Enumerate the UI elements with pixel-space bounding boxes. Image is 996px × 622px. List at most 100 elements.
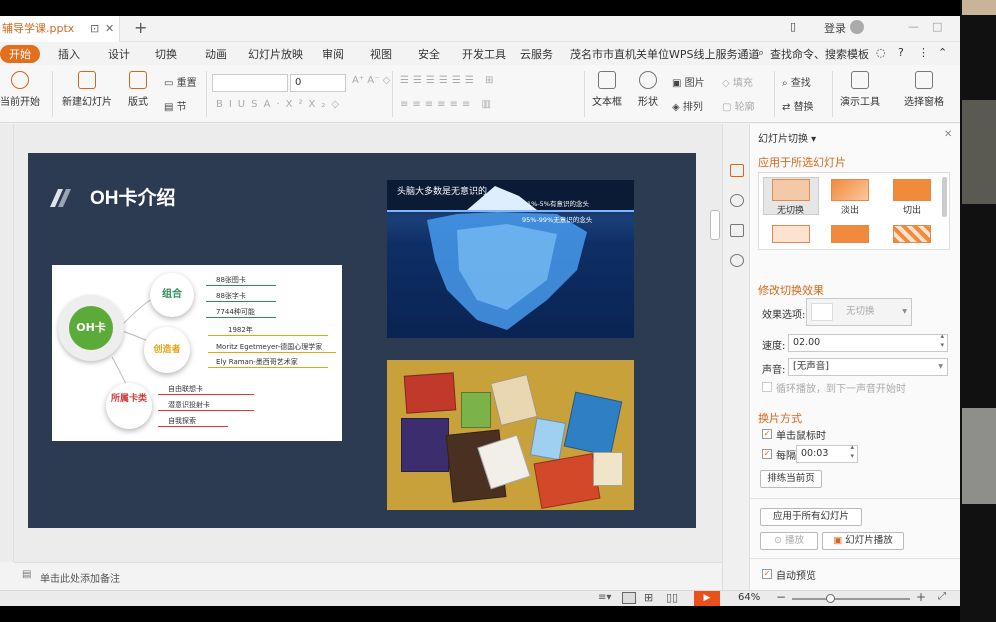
tab-transition[interactable]: 切换 [155, 46, 177, 62]
layout-button[interactable]: 版式 [128, 71, 148, 108]
spinner-icon[interactable]: ▴ ▾ [940, 332, 944, 350]
reset-button[interactable]: ▭ 重置 [164, 74, 197, 89]
oh-cards-photo[interactable] [387, 360, 634, 510]
apply-all-button[interactable]: 应用于所有幻灯片 [760, 508, 862, 526]
effect-options-dropdown[interactable]: 无切换 ▾ [806, 298, 912, 326]
tab-view[interactable]: 视图 [370, 46, 392, 62]
pane-title[interactable]: 幻灯片切换 ▾ [758, 130, 816, 145]
reading-view-icon[interactable]: ▯▯ [666, 591, 678, 604]
new-slide-button[interactable]: 新建幻灯片 [62, 71, 112, 108]
font-size-input[interactable]: 0 [290, 74, 346, 92]
tab-service-channel[interactable]: 茂名市市直机关单位WPS线上服务通道 [570, 46, 760, 62]
group-node: 组合 [150, 273, 194, 317]
autopreview-checkbox[interactable]: ✓ [762, 569, 772, 579]
zoom-slider[interactable] [792, 598, 910, 600]
every-input[interactable]: 00:03 ▴ ▾ [796, 443, 858, 463]
close-icon[interactable]: ✕ [944, 129, 952, 140]
loop-checkbox[interactable] [762, 382, 772, 392]
normal-view-icon[interactable] [622, 592, 636, 604]
play-from-current-button[interactable]: 当前开始 [0, 71, 40, 108]
find-button[interactable]: ⌕ 查找 [782, 74, 811, 89]
slideshow-button[interactable]: ▣ 幻灯片播放 [822, 532, 904, 550]
tab-cloud[interactable]: 云服务 [520, 46, 553, 62]
notes-area[interactable]: ▤ 单击此处添加备注 [14, 562, 722, 590]
window-mode-icon[interactable]: ▯ [790, 20, 796, 33]
font-name-input[interactable] [212, 74, 288, 92]
tab-review[interactable]: 审阅 [322, 46, 344, 62]
font-size-controls[interactable]: A⁺ A⁻ ◇ [352, 75, 390, 86]
current-slide[interactable]: OH卡介绍 OH卡 组合 创造者 所属卡类 88张图卡 88张字卡 7744种可… [28, 153, 696, 528]
maximize-icon[interactable]: □ [932, 20, 942, 33]
tab-insert[interactable]: 插入 [58, 46, 80, 62]
gallery-scrollbar[interactable] [942, 177, 947, 217]
properties-icon[interactable] [730, 224, 744, 237]
scroll-thumb[interactable] [710, 210, 720, 240]
skin-icon[interactable]: ◌ [876, 46, 886, 59]
animation-pane-icon[interactable] [730, 194, 744, 207]
transition-gallery[interactable]: 无切换 淡出 切出 [758, 172, 950, 250]
tab-home[interactable]: 开始 [0, 45, 40, 63]
tab-security[interactable]: 安全 [418, 46, 440, 62]
arrange-button[interactable]: ◈ 排列 [672, 98, 703, 113]
picture-button[interactable]: ▣ 图片 [672, 74, 705, 89]
avatar[interactable] [850, 20, 864, 34]
section-label: 节 [176, 102, 187, 113]
outline-button[interactable]: ▢ 轮廓 [722, 98, 755, 113]
tab-pin-icon[interactable]: ⊡ [90, 16, 99, 42]
shape-button[interactable]: 形状 [638, 71, 658, 108]
zoom-out-icon[interactable]: − [776, 590, 786, 604]
transition-none-thumb[interactable] [772, 179, 810, 201]
transition-dissolve-thumb[interactable] [893, 225, 931, 243]
replace-button[interactable]: ⇄ 替换 [782, 98, 814, 113]
sound-dropdown[interactable]: [无声音] ▾ [788, 358, 948, 376]
zoom-in-icon[interactable]: + [916, 590, 926, 604]
sorter-view-icon[interactable]: ⊞ [644, 591, 653, 604]
document-tab[interactable]: 辅导学课.pptx ⊡ ✕ [0, 16, 120, 42]
zoom-level[interactable]: 64% [738, 592, 760, 603]
rehearse-button[interactable]: 排练当前页 [760, 470, 822, 488]
picture-label: 图片 [684, 78, 705, 89]
new-tab-icon[interactable]: + [134, 18, 147, 37]
more-icon[interactable]: ⋮ [918, 46, 929, 59]
font-format-buttons[interactable]: BIUSA·X²X₂◇ [216, 99, 345, 110]
fill-button[interactable]: ◇ 填充 [722, 74, 753, 89]
search-icon[interactable]: ⌕ [758, 46, 764, 60]
tab-close-icon[interactable]: ✕ [105, 16, 114, 42]
transition-push-thumb[interactable] [772, 225, 810, 243]
transition-wipe-thumb[interactable] [831, 225, 869, 243]
collapse-ribbon-icon[interactable]: ⌃ [938, 46, 947, 59]
every-checkbox[interactable]: ✓ [762, 449, 772, 459]
speed-input[interactable]: 02.00 ▴ ▾ [788, 332, 948, 352]
canvas-scrollbar[interactable] [708, 124, 722, 562]
webcam-thumbnail [962, 100, 996, 204]
fit-window-icon[interactable]: ⤢ [938, 591, 946, 602]
paragraph-align-buttons[interactable]: ≡≡≡≡≡≡ ▥ [400, 99, 495, 110]
tab-slideshow[interactable]: 幻灯片放映 [248, 46, 303, 62]
transition-pane-icon[interactable] [730, 164, 744, 177]
textbox-button[interactable]: 文本框 [592, 71, 622, 108]
tab-developer[interactable]: 开发工具 [462, 46, 506, 62]
login-button[interactable]: 登录 [824, 20, 846, 36]
iceberg-image[interactable]: 头脑大多数是无意识的 1%-5%有意识的念头 95%-99%无意识的念头 [387, 180, 634, 338]
tab-design[interactable]: 设计 [108, 46, 130, 62]
transition-fade-thumb[interactable] [831, 179, 869, 201]
oh-card-diagram[interactable]: OH卡 组合 创造者 所属卡类 88张图卡 88张字卡 7744种可能 1982… [52, 265, 342, 441]
on-click-checkbox[interactable]: ✓ [762, 429, 772, 439]
paragraph-list-buttons[interactable]: ☰☰☰☰☰☰ ⊞ [400, 75, 497, 86]
transition-cut-thumb[interactable] [893, 179, 931, 201]
zoom-slider-thumb[interactable] [826, 594, 835, 603]
slideshow-play-icon[interactable]: ▶ [694, 591, 720, 606]
notes-toggle-icon[interactable]: ≡▾ [598, 592, 611, 603]
help-icon[interactable]: ? [898, 46, 904, 59]
command-search[interactable]: 查找命令、搜索模板 [770, 46, 869, 62]
section-button[interactable]: ▤ 节 [164, 98, 187, 113]
slide-panel-collapsed[interactable] [0, 124, 14, 562]
tab-animation[interactable]: 动画 [205, 46, 227, 62]
history-icon[interactable] [730, 254, 744, 267]
presenter-tools-button[interactable]: 演示工具 [840, 71, 880, 108]
minimize-icon[interactable]: — [908, 20, 919, 33]
play-button[interactable]: ⊙ 播放 [760, 532, 818, 550]
spinner-icon[interactable]: ▴ ▾ [850, 443, 854, 461]
slide-title[interactable]: OH卡介绍 [90, 183, 176, 210]
selection-pane-button[interactable]: 选择窗格 [904, 71, 944, 108]
